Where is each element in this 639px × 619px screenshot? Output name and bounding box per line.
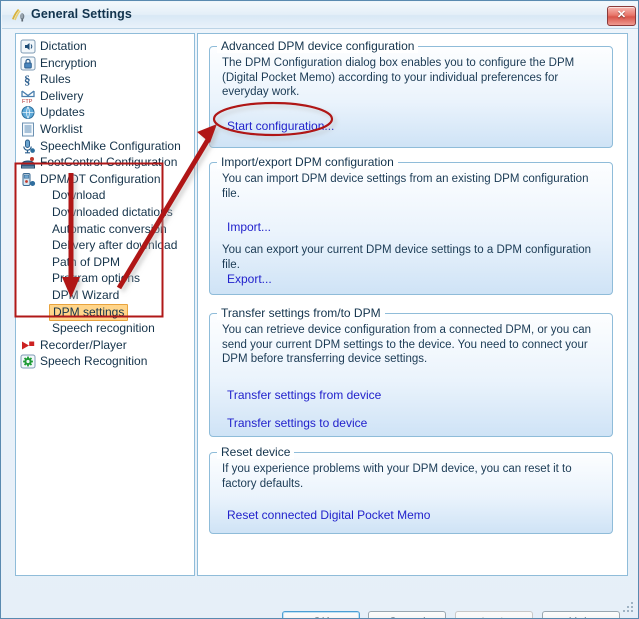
ftp-icon: FTP xyxy=(20,89,36,105)
reset-connected-digital-pocket-memo-link[interactable]: Reset connected Digital Pocket Memo xyxy=(227,508,430,522)
apply-button: Apply xyxy=(455,611,533,618)
export-link[interactable]: Export... xyxy=(227,272,272,286)
help-button[interactable]: Help xyxy=(542,611,620,618)
sidebar-item-label: DPM/DT Configuration xyxy=(40,171,161,186)
sidebar-item-label: Updates xyxy=(40,105,85,120)
sidebar-item-label: Path of DPM xyxy=(52,254,121,269)
sidebar-item-download[interactable]: Download xyxy=(16,187,194,204)
sidebar-item-rules[interactable]: § Rules xyxy=(16,71,194,88)
sidebar-item-label: FootControl Configuration xyxy=(40,155,178,170)
play-flag-icon xyxy=(20,338,36,353)
sidebar-item-encryption[interactable]: Encryption xyxy=(16,55,194,72)
application-icon xyxy=(10,7,26,23)
svg-text:§: § xyxy=(24,73,31,88)
list-icon xyxy=(20,122,36,137)
sidebar-item-dictation[interactable]: Dictation xyxy=(16,38,194,55)
general-settings-window: General Settings ✕ Dictation Encryption § R… xyxy=(0,0,639,619)
transfer-settings-to-device-link[interactable]: Transfer settings to device xyxy=(227,416,367,430)
group-title: Import/export DPM configuration xyxy=(217,155,398,169)
title-bar: General Settings ✕ xyxy=(2,2,638,29)
sidebar-item-label: Downloaded dictations xyxy=(52,204,173,219)
sidebar-item-speech-recognition[interactable]: Speech recognition xyxy=(16,320,194,337)
cancel-button[interactable]: Cancel xyxy=(368,611,446,618)
sidebar-item-speech-recognition[interactable]: Speech Recognition xyxy=(16,353,194,370)
gear-green-icon xyxy=(20,354,36,369)
group-transfer-settings-from-to-dpm: Transfer settings from/to DPM You can re… xyxy=(209,306,613,437)
sidebar-item-dpm-dt-configuration[interactable]: DPM/DT Configuration xyxy=(16,171,194,188)
group-body-text: You can import DPM device settings from … xyxy=(222,173,589,200)
sidebar-item-label: Dictation xyxy=(40,39,87,53)
settings-tree[interactable]: Dictation Encryption § Rules FTP Delivery Upda… xyxy=(15,33,195,576)
close-icon: ✕ xyxy=(616,9,627,21)
microphone-icon xyxy=(20,139,36,154)
sidebar-item-speechmike-configuration[interactable]: SpeechMike Configuration xyxy=(16,138,194,155)
sidebar-item-label: Recorder/Player xyxy=(40,337,127,352)
import-link[interactable]: Import... xyxy=(227,220,271,234)
sidebar-item-label: Rules xyxy=(40,72,71,87)
group-reset-device: Reset device If you experience problems … xyxy=(209,445,613,534)
sidebar-item-path-of-dpm[interactable]: Path of DPM xyxy=(16,254,194,271)
sidebar-item-label: Worklist xyxy=(40,121,83,136)
group-body-text: You can retrieve device configuration fr… xyxy=(222,324,592,365)
sidebar-item-delivery[interactable]: FTP Delivery xyxy=(16,88,194,105)
footpedal-icon xyxy=(20,155,36,170)
section-sign-icon: § xyxy=(20,72,36,88)
sidebar-item-label: Delivery after download xyxy=(52,238,178,253)
resize-grip[interactable] xyxy=(623,602,635,614)
sidebar-item-label: DPM settings xyxy=(49,303,129,321)
sidebar-item-downloaded-dictations[interactable]: Downloaded dictations xyxy=(16,204,194,221)
window-title: General Settings xyxy=(31,7,132,21)
svg-text:FTP: FTP xyxy=(22,99,33,104)
transfer-settings-from-device-link[interactable]: Transfer settings from device xyxy=(227,388,381,402)
start-configuration-link[interactable]: Start configuration... xyxy=(227,119,334,133)
sidebar-item-footcontrol-configuration[interactable]: FootControl Configuration xyxy=(16,154,194,171)
sidebar-item-worklist[interactable]: Worklist xyxy=(16,121,194,138)
sidebar-item-label: DPM Wizard xyxy=(52,287,120,302)
group-title: Reset device xyxy=(217,445,295,459)
sidebar-item-label: Speech Recognition xyxy=(40,354,148,369)
group-title: Advanced DPM device configuration xyxy=(217,39,419,53)
sidebar-item-recorder-player[interactable]: Recorder/Player xyxy=(16,337,194,354)
group-body-text-2: You can export your current DPM device s… xyxy=(222,244,592,271)
sidebar-item-dpm-wizard[interactable]: DPM Wizard xyxy=(16,287,194,304)
settings-content-panel: Advanced DPM device configuration The DP… xyxy=(197,33,628,576)
ok-button[interactable]: OK xyxy=(282,611,360,618)
tree-item-list: Dictation Encryption § Rules FTP Delivery Upda… xyxy=(16,38,194,370)
sidebar-item-automatic-conversion[interactable]: Automatic conversion xyxy=(16,221,194,238)
sidebar-item-label: Delivery xyxy=(40,88,84,103)
sidebar-item-label: Encryption xyxy=(40,55,97,70)
client-area: Dictation Encryption § Rules FTP Delivery Upda… xyxy=(5,29,636,618)
sidebar-item-label: Speech recognition xyxy=(52,321,155,336)
sidebar-item-program-options[interactable]: Program options xyxy=(16,270,194,287)
group-import-export-dpm-configuration: Import/export DPM configuration You can … xyxy=(209,155,613,295)
group-body-text: If you experience problems with your DPM… xyxy=(222,463,572,490)
speaker-icon xyxy=(20,39,36,54)
close-button[interactable]: ✕ xyxy=(607,6,636,26)
sidebar-item-label: Download xyxy=(52,188,106,203)
sidebar-item-label: Program options xyxy=(52,271,141,286)
group-advanced-dpm-device-configuration: Advanced DPM device configuration The DP… xyxy=(209,39,613,148)
group-body-text: The DPM Configuration dialog box enables… xyxy=(222,57,575,98)
sidebar-item-delivery-after-download[interactable]: Delivery after download xyxy=(16,237,194,254)
recorder-icon xyxy=(20,172,36,187)
sidebar-item-dpm-settings[interactable]: DPM settings xyxy=(16,303,194,321)
group-title: Transfer settings from/to DPM xyxy=(217,306,385,320)
sidebar-item-updates[interactable]: Updates xyxy=(16,104,194,121)
lock-icon xyxy=(20,56,36,71)
sidebar-item-label: SpeechMike Configuration xyxy=(40,138,181,153)
globe-refresh-icon xyxy=(20,105,36,120)
sidebar-item-label: Automatic conversion xyxy=(52,221,167,236)
